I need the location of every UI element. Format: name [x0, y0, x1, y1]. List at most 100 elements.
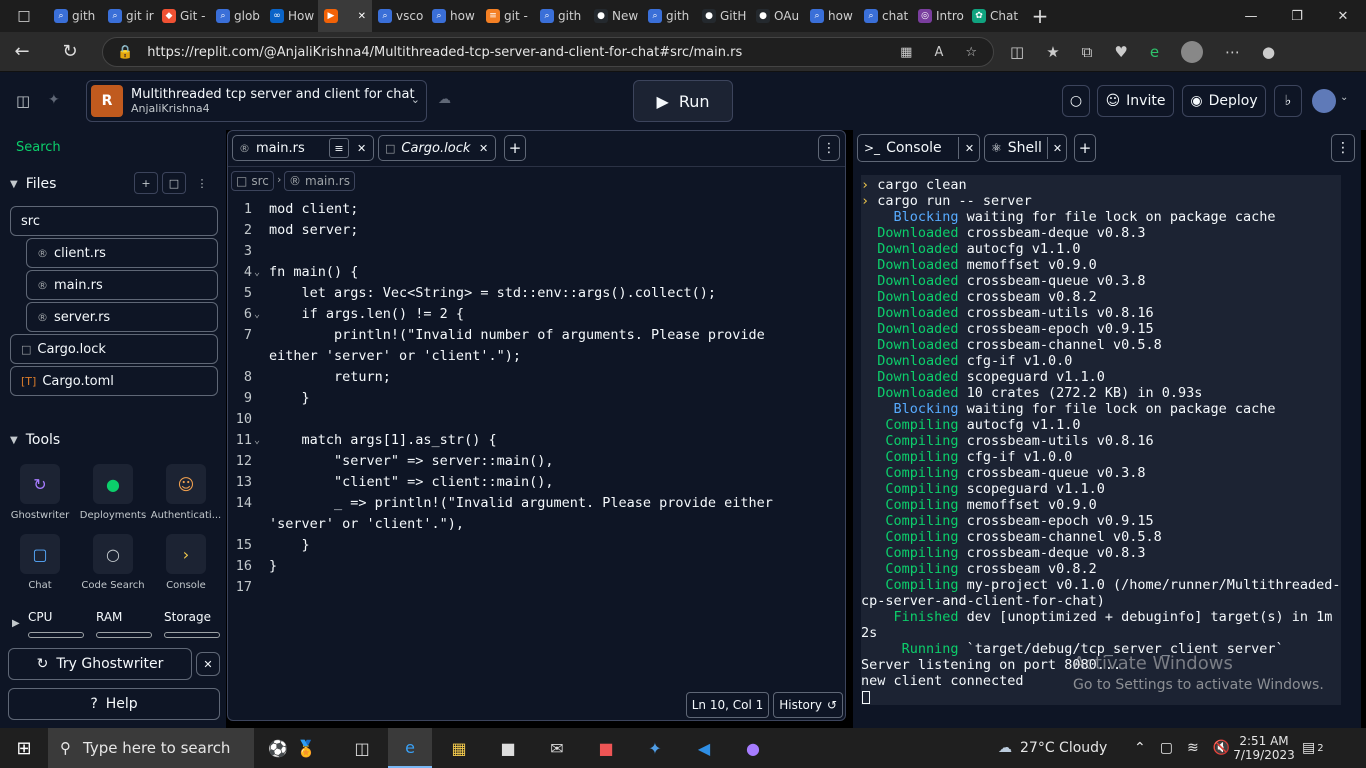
browser-tab[interactable]: ⌕ vsco — [372, 0, 426, 32]
volume-muted-icon[interactable]: 🔇 — [1213, 740, 1230, 756]
tool-4[interactable]: ▢ Chat — [4, 534, 76, 591]
browser-tab[interactable]: ⌕ gith — [534, 0, 588, 32]
performance-icon[interactable]: ♥ — [1114, 43, 1127, 61]
tab-shell[interactable]: ⚛ Shell ✕ — [984, 134, 1067, 162]
project-switcher[interactable]: R Multithreaded tcp server and client fo… — [86, 80, 427, 122]
breadcrumb-src[interactable]: □ src — [231, 171, 274, 191]
clock[interactable]: 2:51 AM 7/19/2023 — [1232, 728, 1296, 768]
browser-tab[interactable]: ⌕ gith — [642, 0, 696, 32]
sidebar-toggle-icon[interactable]: ◫ — [16, 92, 30, 110]
favorite-star-icon[interactable]: ☆ — [965, 45, 977, 60]
store-icon[interactable]: ■ — [486, 728, 530, 768]
resources-expand-icon[interactable]: ▶ — [12, 618, 20, 629]
browser-tab[interactable]: ≡ git - — [480, 0, 534, 32]
tab-console[interactable]: >_ Console ✕ — [857, 134, 980, 162]
search-link[interactable]: Search — [16, 140, 61, 155]
read-aloud-icon[interactable]: A — [934, 45, 943, 60]
close-tab-icon[interactable]: ✕ — [958, 137, 980, 159]
console-output[interactable]: › cargo clean › cargo run -- server Block… — [861, 175, 1341, 705]
browser-tab[interactable]: ⌕ gith — [48, 0, 102, 32]
invite-button[interactable]: ☺ Invite — [1097, 85, 1174, 117]
fold-chevron-icon[interactable]: ⌄ — [254, 262, 260, 283]
browser-tab[interactable]: ∞ How — [264, 0, 318, 32]
close-tab-icon[interactable]: ✕ — [1047, 137, 1067, 159]
tools-section-header[interactable]: ▼ Tools — [10, 432, 60, 448]
fold-chevron-icon[interactable]: ⌄ — [254, 304, 260, 325]
split-screen-icon[interactable]: ◫ — [1010, 43, 1024, 61]
app-icon[interactable]: ■ — [584, 728, 628, 768]
meet-now-icon[interactable]: ▢ — [1160, 740, 1173, 756]
tool-2[interactable]: ● Deployments — [77, 464, 149, 521]
deploy-button[interactable]: ◉ Deploy — [1182, 85, 1266, 117]
avatar-chevron-icon[interactable]: ⌄ — [1340, 92, 1348, 103]
new-tab-button[interactable]: + — [504, 135, 526, 161]
vscode-icon[interactable]: ◀ — [682, 728, 726, 768]
dismiss-ghostwriter-icon[interactable]: ✕ — [196, 652, 220, 676]
mail-icon[interactable]: ✉ — [535, 728, 579, 768]
weather-widget[interactable]: ☁ 27°C Cloudy — [998, 728, 1107, 768]
file-explorer-icon[interactable]: ▦ — [437, 728, 481, 768]
browser-tab[interactable]: ⌕ glob — [210, 0, 264, 32]
search-button[interactable]: ○ — [1062, 85, 1090, 117]
browser-tab[interactable]: ● New — [588, 0, 642, 32]
browser-tab[interactable]: ⌕ git ir — [102, 0, 156, 32]
new-tab-button[interactable]: + — [1074, 134, 1096, 162]
medal-icon[interactable]: 🏅 — [284, 728, 328, 768]
file-tree-item[interactable]: □ Cargo.lock — [10, 334, 218, 364]
tool-5[interactable]: ○ Code Search — [77, 534, 149, 591]
close-tab-icon[interactable]: ✕ — [357, 142, 366, 155]
browser-tab[interactable]: ⌕ chat — [858, 0, 912, 32]
browser-tab[interactable]: ● OAu — [750, 0, 804, 32]
help-button[interactable]: ? Help — [8, 688, 220, 720]
browser-tab[interactable]: ⌕ how — [426, 0, 480, 32]
tool-3[interactable]: ☺ Authenticati... — [150, 464, 222, 521]
browser-tab[interactable]: ✿ Chat — [966, 0, 1020, 32]
fold-chevron-icon[interactable]: ⌄ — [254, 430, 260, 451]
user-avatar[interactable] — [1312, 89, 1336, 113]
extension-icon[interactable]: e — [1150, 43, 1159, 61]
task-view-icon[interactable]: ◫ — [340, 728, 384, 768]
file-tree-item[interactable]: ® server.rs — [26, 302, 218, 332]
browser-tab[interactable]: ⌕ how — [804, 0, 858, 32]
minimize-icon[interactable]: — — [1228, 0, 1274, 32]
close-tab-icon[interactable]: ✕ — [479, 142, 488, 155]
taskbar-search[interactable]: ⚲ Type here to search — [48, 728, 254, 768]
browser-tab[interactable]: ◎ Intro — [912, 0, 966, 32]
network-icon[interactable]: ≋ — [1187, 740, 1199, 756]
new-folder-icon[interactable]: □ — [162, 172, 186, 194]
run-button[interactable]: ▶ Run — [633, 80, 733, 122]
tab-actions-icon[interactable]: □ — [0, 0, 48, 32]
collections-icon[interactable]: ⧉ — [1082, 43, 1093, 61]
new-tab-button[interactable]: + — [1020, 0, 1060, 32]
tool-6[interactable]: › Console — [150, 534, 222, 591]
restore-icon[interactable]: ❐ — [1274, 0, 1320, 32]
browser-tab[interactable]: ▶ ✕ — [318, 0, 372, 32]
notification-center[interactable]: ▤ 2 — [1302, 728, 1324, 768]
close-tab-icon[interactable]: ✕ — [358, 11, 366, 22]
breadcrumb-main-rs[interactable]: ® main.rs — [284, 171, 355, 191]
url-field[interactable]: 🔒 https://replit.com/@AnjaliKrishna4/Mul… — [102, 37, 994, 67]
file-tree-item[interactable]: ® main.rs — [26, 270, 218, 300]
github-desktop-icon[interactable]: ● — [731, 728, 775, 768]
profile-avatar[interactable] — [1181, 41, 1204, 63]
browser-tab[interactable]: ● GitH — [696, 0, 750, 32]
tool-1[interactable]: ↻ Ghostwriter — [4, 464, 76, 521]
try-ghostwriter-button[interactable]: ↻ Try Ghostwriter — [8, 648, 192, 680]
apps-icon[interactable]: ▦ — [900, 45, 912, 60]
file-tree-item[interactable]: ® client.rs — [26, 238, 218, 268]
pane-menu-icon[interactable]: ⋮ — [818, 135, 840, 161]
file-tree-item[interactable]: src — [10, 206, 218, 236]
more-menu-icon[interactable]: ⋯ — [1225, 43, 1240, 61]
files-menu-icon[interactable]: ⋮ — [190, 172, 214, 194]
pane-menu-icon[interactable]: ⋮ — [1331, 134, 1355, 162]
files-section-header[interactable]: ▼ Files — [10, 176, 56, 192]
history-button[interactable]: History ↺ — [773, 692, 843, 718]
edge-taskbar-icon[interactable]: e — [388, 728, 432, 768]
outline-icon[interactable]: ≡ — [329, 138, 349, 158]
browser-tab[interactable]: ◆ Git - — [156, 0, 210, 32]
notifications-button[interactable]: ♭ — [1274, 85, 1302, 117]
tool-icon[interactable]: ✦ — [633, 728, 677, 768]
back-icon[interactable]: ← — [0, 32, 44, 72]
show-hidden-icons-icon[interactable]: ⌃ — [1134, 740, 1146, 756]
close-window-icon[interactable]: ✕ — [1320, 0, 1366, 32]
